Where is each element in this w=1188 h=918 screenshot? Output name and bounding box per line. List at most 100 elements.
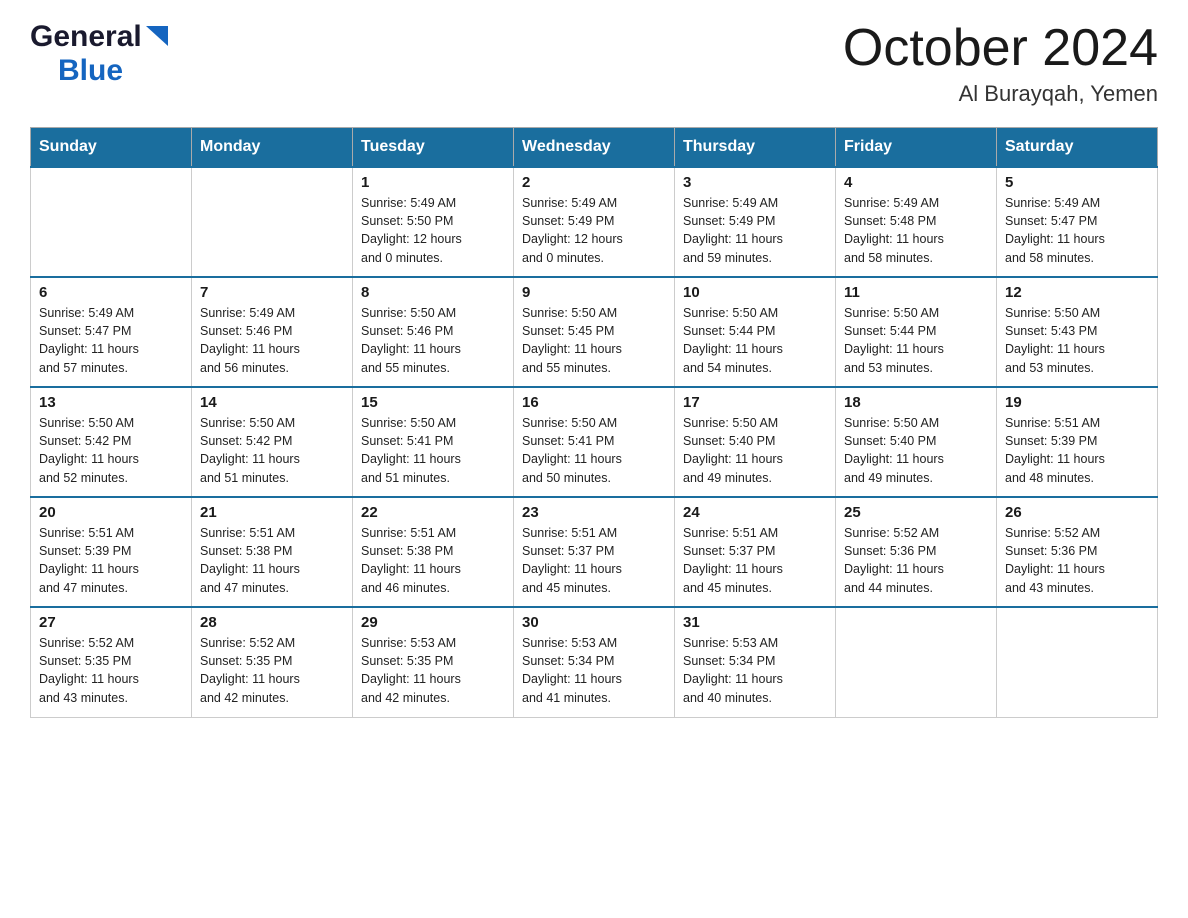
day-info: Sunrise: 5:53 AM Sunset: 5:34 PM Dayligh… xyxy=(683,636,783,704)
calendar-week-row: 13 Sunrise: 5:50 AM Sunset: 5:42 PM Dayli… xyxy=(31,387,1158,497)
calendar-header-thursday: Thursday xyxy=(675,128,836,168)
calendar-day-6: 6 Sunrise: 5:49 AM Sunset: 5:47 PM Daylig… xyxy=(31,277,192,387)
day-info: Sunrise: 5:50 AM Sunset: 5:40 PM Dayligh… xyxy=(683,416,783,484)
calendar-day-19: 19 Sunrise: 5:51 AM Sunset: 5:39 PM Dayli… xyxy=(997,387,1158,497)
calendar-header-friday: Friday xyxy=(836,128,997,168)
day-info: Sunrise: 5:50 AM Sunset: 5:44 PM Dayligh… xyxy=(844,306,944,374)
calendar-day-2: 2 Sunrise: 5:49 AM Sunset: 5:49 PM Daylig… xyxy=(514,167,675,277)
day-info: Sunrise: 5:50 AM Sunset: 5:43 PM Dayligh… xyxy=(1005,306,1105,374)
day-info: Sunrise: 5:50 AM Sunset: 5:41 PM Dayligh… xyxy=(522,416,622,484)
day-number: 31 xyxy=(683,614,827,631)
day-number: 9 xyxy=(522,284,666,301)
day-number: 4 xyxy=(844,174,988,191)
day-info: Sunrise: 5:49 AM Sunset: 5:47 PM Dayligh… xyxy=(39,306,139,374)
day-number: 18 xyxy=(844,394,988,411)
calendar-day-13: 13 Sunrise: 5:50 AM Sunset: 5:42 PM Dayli… xyxy=(31,387,192,497)
calendar-day-4: 4 Sunrise: 5:49 AM Sunset: 5:48 PM Daylig… xyxy=(836,167,997,277)
calendar-day-11: 11 Sunrise: 5:50 AM Sunset: 5:44 PM Dayli… xyxy=(836,277,997,387)
day-info: Sunrise: 5:53 AM Sunset: 5:34 PM Dayligh… xyxy=(522,636,622,704)
calendar-week-row: 6 Sunrise: 5:49 AM Sunset: 5:47 PM Daylig… xyxy=(31,277,1158,387)
day-info: Sunrise: 5:50 AM Sunset: 5:42 PM Dayligh… xyxy=(200,416,300,484)
day-info: Sunrise: 5:49 AM Sunset: 5:48 PM Dayligh… xyxy=(844,196,944,264)
day-info: Sunrise: 5:50 AM Sunset: 5:46 PM Dayligh… xyxy=(361,306,461,374)
logo-general-text: General xyxy=(30,20,142,54)
calendar-empty-cell xyxy=(997,607,1158,717)
day-info: Sunrise: 5:51 AM Sunset: 5:37 PM Dayligh… xyxy=(683,526,783,594)
title-area: October 2024 Al Burayqah, Yemen xyxy=(843,20,1158,107)
day-number: 26 xyxy=(1005,504,1149,521)
day-info: Sunrise: 5:49 AM Sunset: 5:49 PM Dayligh… xyxy=(522,196,623,264)
day-info: Sunrise: 5:51 AM Sunset: 5:38 PM Dayligh… xyxy=(361,526,461,594)
day-number: 14 xyxy=(200,394,344,411)
day-info: Sunrise: 5:50 AM Sunset: 5:45 PM Dayligh… xyxy=(522,306,622,374)
day-number: 30 xyxy=(522,614,666,631)
day-number: 17 xyxy=(683,394,827,411)
calendar-day-5: 5Sunrise: 5:49 AM Sunset: 5:47 PM Daylig… xyxy=(997,167,1158,277)
day-number: 25 xyxy=(844,504,988,521)
day-info: Sunrise: 5:51 AM Sunset: 5:39 PM Dayligh… xyxy=(1005,416,1105,484)
calendar-day-15: 15 Sunrise: 5:50 AM Sunset: 5:41 PM Dayli… xyxy=(353,387,514,497)
day-number: 23 xyxy=(522,504,666,521)
day-number: 16 xyxy=(522,394,666,411)
calendar-day-31: 31 Sunrise: 5:53 AM Sunset: 5:34 PM Dayli… xyxy=(675,607,836,717)
calendar-day-24: 24Sunrise: 5:51 AM Sunset: 5:37 PM Dayli… xyxy=(675,497,836,607)
day-number: 3 xyxy=(683,174,827,191)
calendar-header-row: SundayMondayTuesdayWednesdayThursdayFrid… xyxy=(31,128,1158,168)
calendar-day-30: 30 Sunrise: 5:53 AM Sunset: 5:34 PM Dayli… xyxy=(514,607,675,717)
day-info: Sunrise: 5:52 AM Sunset: 5:36 PM Dayligh… xyxy=(844,526,944,594)
calendar-day-22: 22 Sunrise: 5:51 AM Sunset: 5:38 PM Dayli… xyxy=(353,497,514,607)
day-info: Sunrise: 5:49 AM Sunset: 5:50 PM Dayligh… xyxy=(361,196,462,264)
day-info: Sunrise: 5:49 AM Sunset: 5:47 PM Dayligh… xyxy=(1005,196,1105,264)
calendar-empty-cell xyxy=(31,167,192,277)
day-number: 22 xyxy=(361,504,505,521)
calendar-header-wednesday: Wednesday xyxy=(514,128,675,168)
calendar-header-tuesday: Tuesday xyxy=(353,128,514,168)
logo: General Blue xyxy=(30,20,168,88)
day-info: Sunrise: 5:50 AM Sunset: 5:42 PM Dayligh… xyxy=(39,416,139,484)
day-number: 11 xyxy=(844,284,988,301)
calendar-day-23: 23Sunrise: 5:51 AM Sunset: 5:37 PM Dayli… xyxy=(514,497,675,607)
day-info: Sunrise: 5:50 AM Sunset: 5:44 PM Dayligh… xyxy=(683,306,783,374)
logo-arrow-icon xyxy=(146,26,168,51)
day-number: 13 xyxy=(39,394,183,411)
day-info: Sunrise: 5:52 AM Sunset: 5:36 PM Dayligh… xyxy=(1005,526,1105,594)
calendar-day-9: 9 Sunrise: 5:50 AM Sunset: 5:45 PM Daylig… xyxy=(514,277,675,387)
calendar-empty-cell xyxy=(836,607,997,717)
calendar-table: SundayMondayTuesdayWednesdayThursdayFrid… xyxy=(30,127,1158,718)
calendar-day-16: 16 Sunrise: 5:50 AM Sunset: 5:41 PM Dayli… xyxy=(514,387,675,497)
calendar-week-row: 20Sunrise: 5:51 AM Sunset: 5:39 PM Dayli… xyxy=(31,497,1158,607)
day-number: 19 xyxy=(1005,394,1149,411)
calendar-header-monday: Monday xyxy=(192,128,353,168)
day-number: 2 xyxy=(522,174,666,191)
calendar-day-14: 14 Sunrise: 5:50 AM Sunset: 5:42 PM Dayli… xyxy=(192,387,353,497)
day-number: 8 xyxy=(361,284,505,301)
day-number: 10 xyxy=(683,284,827,301)
calendar-day-26: 26 Sunrise: 5:52 AM Sunset: 5:36 PM Dayli… xyxy=(997,497,1158,607)
calendar-day-1: 1Sunrise: 5:49 AM Sunset: 5:50 PM Daylig… xyxy=(353,167,514,277)
day-info: Sunrise: 5:50 AM Sunset: 5:41 PM Dayligh… xyxy=(361,416,461,484)
calendar-day-28: 28Sunrise: 5:52 AM Sunset: 5:35 PM Dayli… xyxy=(192,607,353,717)
calendar-day-3: 3Sunrise: 5:49 AM Sunset: 5:49 PM Daylig… xyxy=(675,167,836,277)
calendar-day-10: 10 Sunrise: 5:50 AM Sunset: 5:44 PM Dayli… xyxy=(675,277,836,387)
calendar-day-8: 8 Sunrise: 5:50 AM Sunset: 5:46 PM Daylig… xyxy=(353,277,514,387)
day-number: 21 xyxy=(200,504,344,521)
calendar-empty-cell xyxy=(192,167,353,277)
calendar-day-7: 7Sunrise: 5:49 AM Sunset: 5:46 PM Daylig… xyxy=(192,277,353,387)
calendar-week-row: 1Sunrise: 5:49 AM Sunset: 5:50 PM Daylig… xyxy=(31,167,1158,277)
calendar-day-18: 18Sunrise: 5:50 AM Sunset: 5:40 PM Dayli… xyxy=(836,387,997,497)
day-info: Sunrise: 5:51 AM Sunset: 5:38 PM Dayligh… xyxy=(200,526,300,594)
logo-blue-text: Blue xyxy=(58,54,123,87)
location-title: Al Burayqah, Yemen xyxy=(843,81,1158,107)
calendar-day-20: 20Sunrise: 5:51 AM Sunset: 5:39 PM Dayli… xyxy=(31,497,192,607)
day-info: Sunrise: 5:53 AM Sunset: 5:35 PM Dayligh… xyxy=(361,636,461,704)
calendar-week-row: 27 Sunrise: 5:52 AM Sunset: 5:35 PM Dayli… xyxy=(31,607,1158,717)
day-info: Sunrise: 5:51 AM Sunset: 5:39 PM Dayligh… xyxy=(39,526,139,594)
calendar-header-saturday: Saturday xyxy=(997,128,1158,168)
day-number: 27 xyxy=(39,614,183,631)
day-info: Sunrise: 5:49 AM Sunset: 5:46 PM Dayligh… xyxy=(200,306,300,374)
calendar-day-12: 12Sunrise: 5:50 AM Sunset: 5:43 PM Dayli… xyxy=(997,277,1158,387)
day-number: 6 xyxy=(39,284,183,301)
day-info: Sunrise: 5:52 AM Sunset: 5:35 PM Dayligh… xyxy=(39,636,139,704)
day-number: 15 xyxy=(361,394,505,411)
header: General Blue October 2024 Al Burayqah, Y… xyxy=(30,20,1158,107)
